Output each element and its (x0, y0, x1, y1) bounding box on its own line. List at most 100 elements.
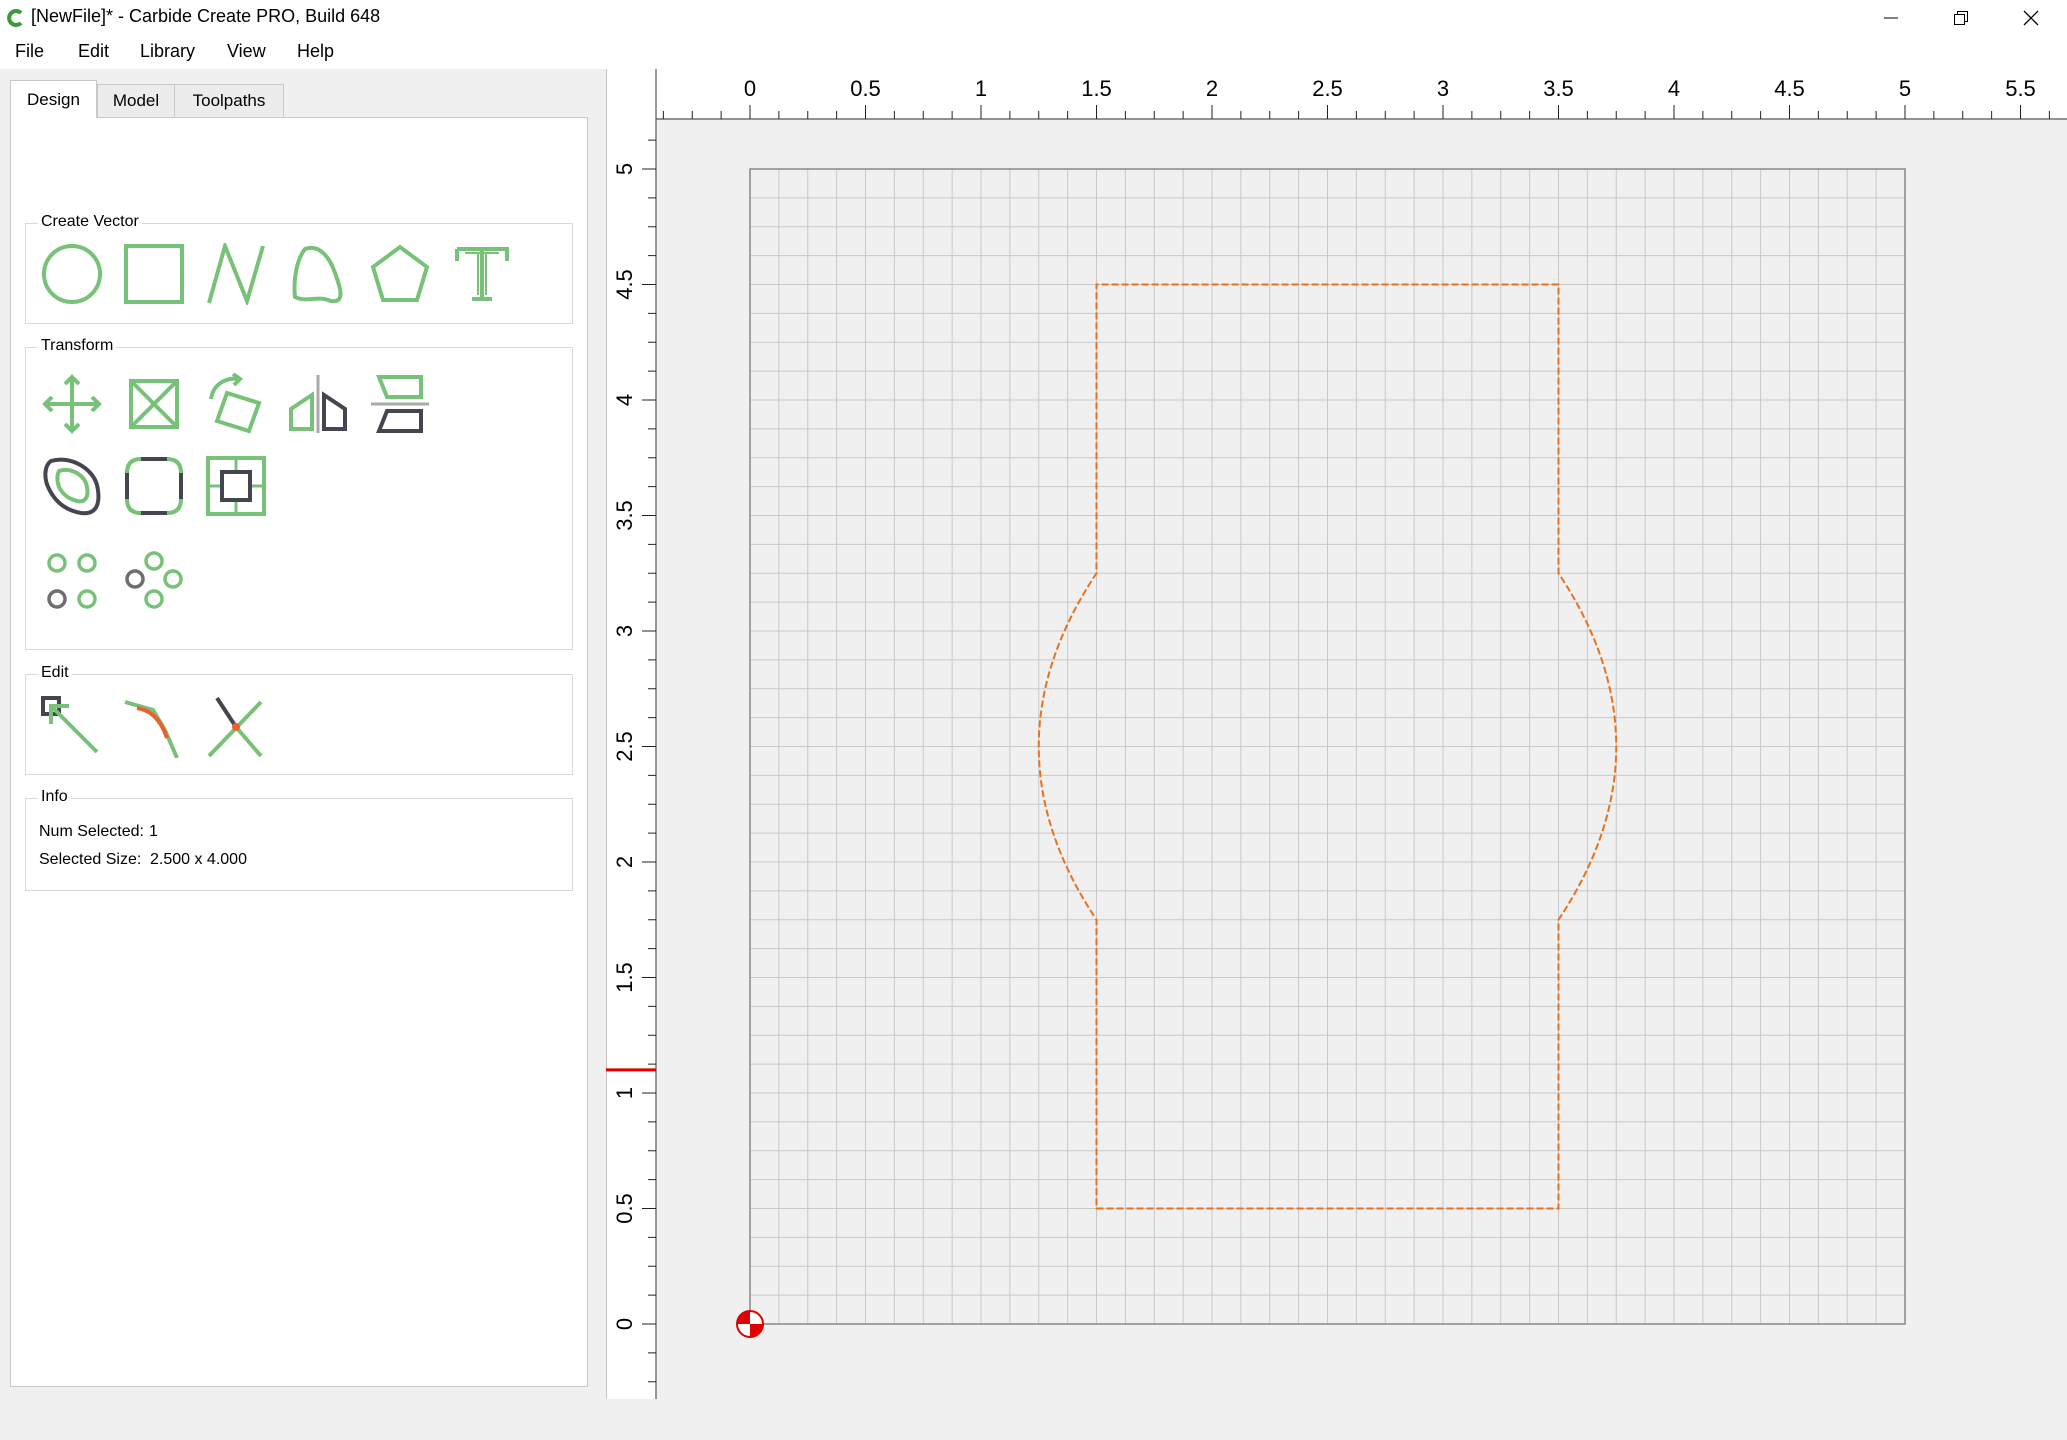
polyline-tool-button[interactable] (202, 240, 270, 308)
canvas-svg[interactable]: 0 0.5 1 1.5 2 2.5 3 3.5 4 4.5 5 5.5 0 0.5 1 1.5 2 2.5 3 3.… (606, 69, 2067, 1399)
design-canvas[interactable]: 0 0.5 1 1.5 2 2.5 3 3.5 4 4.5 5 5.5 0 0.5 1 1.5 2 2.5 3 3.… (606, 69, 2067, 1399)
x-ruler-label: 2 (1206, 76, 1218, 101)
fillet-icon (125, 457, 183, 515)
x-ruler-label: 1.5 (1081, 76, 1112, 101)
origin-quadrant-br (750, 1324, 763, 1337)
y-ruler-label: 2.5 (612, 731, 637, 762)
join-curves-icon (124, 700, 179, 758)
menu-help[interactable]: Help (295, 41, 336, 62)
origin-quadrant-tl (737, 1311, 750, 1324)
x-ruler-label: 1 (975, 76, 987, 101)
create-vector-title: Create Vector (38, 213, 142, 231)
mirror-tool-button[interactable] (284, 370, 352, 438)
rotate-tool-button[interactable] (202, 370, 270, 438)
menu-file[interactable]: File (13, 41, 46, 62)
x-ruler-label: 5 (1899, 76, 1911, 101)
rectangle-icon (124, 244, 184, 304)
rotate-icon (209, 373, 262, 434)
restore-button[interactable] (1926, 0, 1996, 36)
x-ruler-label: 4 (1668, 76, 1680, 101)
node-edit-tool-button[interactable] (38, 693, 106, 761)
transform-title: Transform (38, 337, 117, 355)
offset-icon (43, 457, 101, 516)
minimize-icon (1884, 17, 1898, 19)
restore-icon (1954, 11, 1968, 25)
circle-icon (42, 244, 102, 304)
tab-design[interactable]: Design (10, 80, 97, 118)
trim-icon (207, 696, 263, 758)
create-vector-group: Create Vector (25, 213, 573, 324)
polygon-icon (370, 244, 430, 302)
scale-icon (129, 379, 179, 429)
y-ruler-label: 4 (612, 394, 637, 406)
y-ruler-label: 2 (612, 856, 637, 868)
y-ruler-label: 5 (612, 163, 637, 175)
info-group: Info Num Selected: 1 Selected Size: 2.50… (25, 788, 573, 891)
y-ruler-label: 0 (612, 1318, 637, 1330)
x-ruler-label: 2.5 (1312, 76, 1343, 101)
selected-size-label: Selected Size: (39, 851, 142, 868)
flip-tool-button[interactable] (366, 370, 434, 438)
x-ruler-label: 5.5 (2005, 76, 2036, 101)
num-selected-label: Num Selected: (39, 823, 144, 840)
fillet-tool-button[interactable] (120, 452, 188, 520)
text-tool-button[interactable] (448, 240, 516, 308)
trim-tool-button[interactable] (202, 693, 270, 761)
join-curves-tool-button[interactable] (120, 693, 188, 761)
y-ruler-label: 4.5 (612, 269, 637, 300)
tab-toolpaths[interactable]: Toolpaths (174, 84, 284, 117)
menu-edit[interactable]: Edit (76, 41, 111, 62)
align-icon (206, 456, 266, 516)
window-title: [NewFile]* - Carbide Create PRO, Build 6… (31, 6, 381, 26)
align-tool-button[interactable] (202, 452, 270, 520)
array-tool-button[interactable] (38, 546, 106, 614)
mirror-icon (289, 375, 347, 433)
y-ruler-label: 1.5 (612, 962, 637, 993)
left-panel: Design Model Toolpaths Create Vector Tra… (10, 80, 588, 1387)
minimize-button[interactable] (1856, 0, 1926, 36)
tab-bar: Design Model Toolpaths (10, 80, 588, 118)
polyline-icon (207, 243, 265, 305)
y-ruler-label: 0.5 (612, 1193, 637, 1224)
node-edit-icon (41, 696, 99, 754)
x-ruler: 0 0.5 1 1.5 2 2.5 3 3.5 4 4.5 5 5.5 (606, 69, 2067, 120)
circular-array-icon (125, 551, 183, 609)
menu-view[interactable]: View (225, 41, 268, 62)
x-ruler-label: 0 (744, 76, 756, 101)
selected-size-value: 2.500 x 4.000 (150, 851, 247, 868)
y-ruler-label: 3 (612, 625, 637, 637)
array-icon (47, 553, 97, 609)
info-title: Info (38, 788, 71, 806)
text-icon (455, 247, 509, 301)
design-panel: Create Vector Transform Edit Info Num Se… (10, 117, 588, 1387)
circle-tool-button[interactable] (38, 240, 106, 308)
tab-model[interactable]: Model (97, 84, 175, 117)
origin-marker (736, 1310, 764, 1338)
move-tool-button[interactable] (38, 370, 106, 438)
circular-array-tool-button[interactable] (120, 546, 188, 614)
curve-tool-button[interactable] (284, 240, 352, 308)
close-button[interactable] (1996, 0, 2066, 36)
menu-library[interactable]: Library (138, 41, 197, 62)
y-ruler-label: 3.5 (612, 500, 637, 531)
title-bar: [NewFile]* - Carbide Create PRO, Build 6… (0, 0, 2067, 36)
curve-icon (292, 245, 343, 304)
x-ruler-label: 3 (1437, 76, 1449, 101)
stock-grid (749, 168, 1906, 1325)
scale-tool-button[interactable] (120, 370, 188, 438)
edit-title: Edit (38, 664, 72, 682)
flip-icon (371, 375, 429, 433)
y-ruler: 0 0.5 1 1.5 2 2.5 3 3.5 4 4.5 5 (606, 69, 657, 1399)
x-ruler-label: 0.5 (850, 76, 881, 101)
y-ruler-label: 1 (612, 1087, 637, 1099)
menu-bar: File Edit Library View Help (0, 36, 2067, 69)
offset-tool-button[interactable] (38, 452, 106, 520)
close-icon (2023, 10, 2039, 26)
move-icon (42, 374, 102, 434)
num-selected-value: 1 (149, 823, 158, 840)
x-ruler-label: 3.5 (1543, 76, 1574, 101)
polygon-tool-button[interactable] (366, 240, 434, 308)
transform-group: Transform (25, 337, 573, 650)
rectangle-tool-button[interactable] (120, 240, 188, 308)
carbide-c-logo-icon (7, 9, 23, 27)
